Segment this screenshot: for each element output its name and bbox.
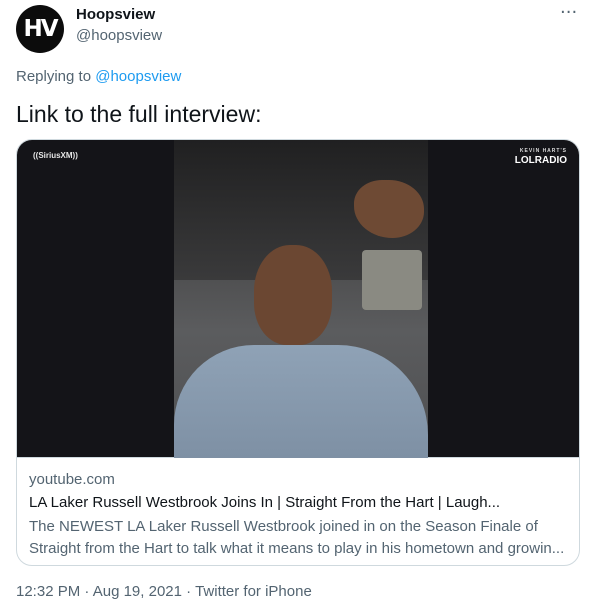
lolradio-logo: LOLRADIO: [514, 155, 567, 166]
card-description: The NEWEST LA Laker Russell Westbrook jo…: [29, 518, 565, 557]
author-name[interactable]: Hoopsview: [76, 6, 155, 23]
tweet-time[interactable]: 12:32 PM: [16, 583, 80, 600]
person-shirt: [174, 345, 428, 458]
tweet-source: Twitter for iPhone: [195, 583, 312, 600]
author-avatar[interactable]: HV: [16, 5, 64, 53]
lolradio-kicker: KEVIN HART'S: [519, 148, 567, 154]
siriusxm-logo: ((SiriusXM)): [33, 151, 78, 160]
author-handle[interactable]: @hoopsview: [76, 27, 162, 44]
more-options-icon[interactable]: ···: [560, 4, 577, 22]
reply-mention-link[interactable]: @hoopsview: [95, 68, 181, 85]
card-thumbnail[interactable]: ((SiriusXM)) KEVIN HART'S LOLRADIO: [17, 140, 579, 458]
card-title: LA Laker Russell Westbrook Joins In | St…: [29, 494, 501, 511]
person-head: [254, 245, 332, 345]
tweet-text: Link to the full interview:: [16, 101, 262, 127]
meta-separator: ·: [84, 583, 90, 600]
tweet-date[interactable]: Aug 19, 2021: [93, 583, 182, 600]
card-domain: youtube.com: [29, 471, 115, 488]
car-window: [362, 250, 422, 310]
video-still: [174, 140, 428, 458]
meta-separator-2: ·: [186, 583, 192, 600]
replying-to-label: Replying to: [16, 68, 92, 85]
tweet-meta: 12:32 PM · Aug 19, 2021 · Twitter for iP…: [16, 583, 312, 600]
card-body[interactable]: youtube.com LA Laker Russell Westbrook J…: [17, 458, 579, 565]
replying-to-line: Replying to @hoopsview: [16, 68, 181, 85]
link-card[interactable]: ((SiriusXM)) KEVIN HART'S LOLRADIO youtu…: [16, 139, 580, 566]
